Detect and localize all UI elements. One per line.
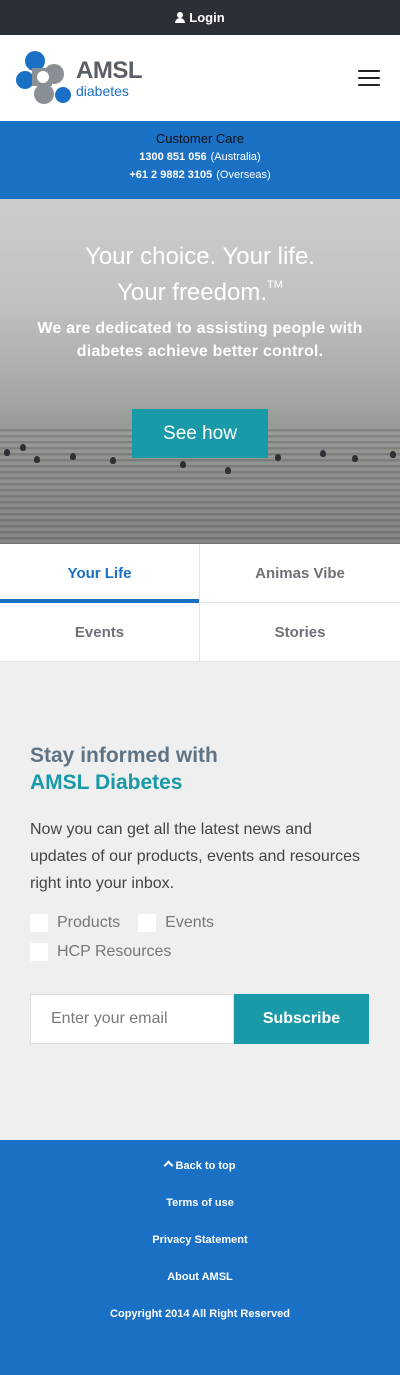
hcp-resources-checkbox[interactable]: HCP Resources (30, 942, 172, 961)
see-how-button[interactable]: See how (132, 409, 268, 458)
tab-animas-vibe[interactable]: Animas Vibe (200, 544, 400, 603)
hero-banner: Your choice. Your life. Your freedom.TM … (0, 199, 400, 544)
login-link[interactable]: Login (175, 10, 225, 25)
phone-overseas[interactable]: +61 2 9882 3105 (Overseas) (0, 169, 400, 181)
copyright: Copyright 2014 All Right Reserved (110, 1308, 290, 1320)
terms-link[interactable]: Terms of use (0, 1197, 400, 1234)
surfer-figure (225, 467, 231, 474)
section-tabs: Your Life Animas Vibe Events Stories (0, 544, 400, 662)
surfer-figure (320, 450, 326, 457)
phone-number: 1300 851 056 (139, 151, 207, 163)
surfer-figure (275, 454, 281, 461)
newsletter-section: Stay informed with AMSL Diabetes Now you… (0, 662, 400, 1140)
site-footer: Back to top Terms of use Privacy Stateme… (0, 1140, 400, 1375)
phone-number: +61 2 9882 3105 (129, 169, 213, 181)
checkbox-box[interactable] (138, 913, 157, 932)
products-checkbox[interactable]: Products (30, 913, 121, 932)
events-checkbox[interactable]: Events (138, 913, 215, 932)
customer-care-title: Customer Care (155, 131, 245, 146)
surfer-figure (20, 444, 26, 451)
checkbox-label: Products (57, 913, 121, 931)
tab-stories[interactable]: Stories (200, 603, 400, 662)
subscribe-button[interactable]: Subscribe (234, 994, 369, 1044)
checkbox-label: HCP Resources (57, 942, 172, 960)
logo-brand: AMSL (76, 56, 143, 84)
about-link[interactable]: About AMSL (0, 1271, 400, 1308)
newsletter-heading: Stay informed with AMSL Diabetes (30, 742, 370, 796)
chevron-up-icon (163, 1160, 173, 1171)
surfer-figure (70, 453, 76, 460)
checkbox-box[interactable] (30, 942, 48, 961)
hero-title-line2: Your freedom. (117, 279, 267, 306)
user-icon (175, 12, 186, 23)
newsletter-heading-line1: Stay informed with (30, 744, 218, 767)
hamburger-icon[interactable] (358, 70, 380, 86)
privacy-link[interactable]: Privacy Statement (0, 1234, 400, 1271)
site-header: AMSL diabetes (0, 35, 400, 121)
top-bar: Login (0, 0, 400, 35)
checkbox-box[interactable] (30, 913, 48, 932)
newsletter-description: Now you can get all the latest news and … (30, 821, 360, 892)
login-label: Login (189, 10, 225, 25)
subscribe-form: Subscribe (30, 994, 370, 1044)
back-to-top-label: Back to top (175, 1160, 236, 1172)
tab-your-life[interactable]: Your Life (0, 544, 200, 603)
hero-title-line1: Your choice. Your life. (85, 243, 315, 270)
surfer-figure (110, 457, 116, 464)
email-input[interactable] (30, 994, 234, 1044)
customer-care-bar: Customer Care 1300 851 056 (Australia) +6… (0, 121, 400, 199)
newsletter-heading-brand: AMSL Diabetes (30, 771, 183, 794)
phone-region: (Australia) (210, 151, 261, 163)
surfer-figure (180, 461, 186, 468)
hero-subtitle: We are dedicated to assisting people wit… (37, 320, 363, 360)
amsl-logo[interactable]: AMSL diabetes (16, 50, 143, 106)
surfer-figure (390, 451, 396, 458)
checkbox-label: Events (165, 913, 215, 931)
surfer-figure (34, 456, 40, 463)
trademark: TM (266, 279, 283, 291)
phone-region: (Overseas) (216, 169, 271, 181)
hero-title: Your choice. Your life. Your freedom.TM (0, 243, 400, 307)
logo-mark-icon (16, 51, 71, 104)
phone-australia[interactable]: 1300 851 056 (Australia) (0, 151, 400, 163)
tab-events[interactable]: Events (0, 603, 200, 662)
back-to-top-link[interactable]: Back to top (0, 1160, 400, 1197)
surfer-figure (352, 455, 358, 462)
surfer-figure (4, 449, 10, 456)
newsletter-options: Products Events HCP Resources (30, 908, 370, 966)
logo-subtitle: diabetes (76, 82, 129, 99)
